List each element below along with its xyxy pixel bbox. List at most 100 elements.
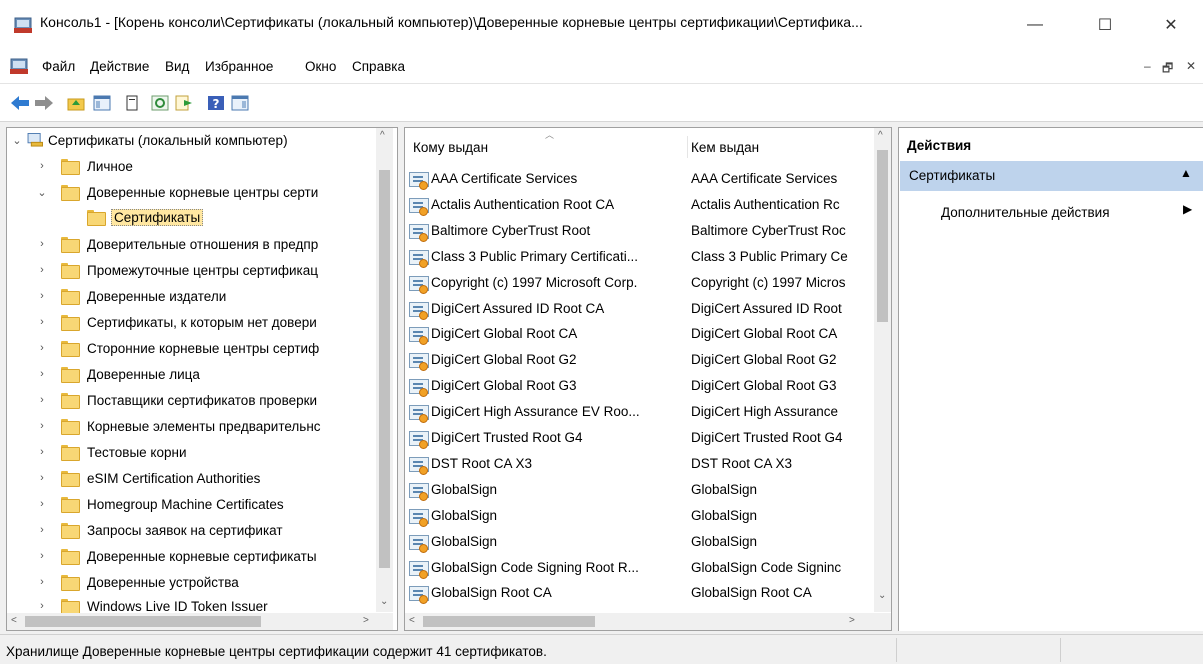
chevron-right-icon[interactable]: › [36,600,48,612]
table-row[interactable]: GlobalSign Root CA GlobalSign Root CA [405,581,875,607]
table-row[interactable]: DigiCert Global Root G2 DigiCert Global R… [405,348,875,374]
menu-help[interactable]: Справка [352,59,405,74]
tree-item[interactable]: › Доверительные отношения в предпр [7,234,387,258]
tree-item[interactable]: › Корневые элементы предварительнс [7,416,387,440]
show-hide-tree-icon[interactable] [92,93,112,113]
mdi-restore-button[interactable]: 🗗 [1162,59,1173,80]
table-row[interactable]: GlobalSign GlobalSign [405,478,875,504]
scroll-up-arrow-icon[interactable]: ^ [380,130,385,141]
scroll-left-arrow-icon[interactable]: < [11,615,17,626]
chevron-right-icon[interactable]: › [36,576,48,588]
menu-view[interactable]: Вид [165,59,189,74]
chevron-right-icon[interactable]: › [36,160,48,172]
more-actions-link[interactable]: Дополнительные действия [941,205,1110,220]
chevron-right-icon[interactable]: › [36,472,48,484]
close-button[interactable]: ✕ [1148,8,1194,42]
scroll-up-arrow-icon[interactable]: ^ [878,130,883,141]
up-folder-icon[interactable] [66,93,86,113]
table-row[interactable]: DigiCert High Assurance EV Roo... DigiCer… [405,400,875,426]
tree-item-certificates-selected[interactable]: Сертификаты [7,207,387,231]
table-row[interactable]: GlobalSign GlobalSign [405,504,875,530]
table-row[interactable]: Copyright (c) 1997 Microsoft Corp. Copyri… [405,271,875,297]
back-arrow-icon[interactable] [10,93,30,113]
tree-item[interactable]: › Тестовые корни [7,442,387,466]
forward-arrow-icon[interactable] [34,93,54,113]
table-row[interactable]: DigiCert Assured ID Root CA DigiCert Assu… [405,297,875,323]
help-icon[interactable]: ? [206,93,226,113]
chevron-right-icon[interactable]: › [36,394,48,406]
tree-item[interactable]: › Поставщики сертификатов проверки [7,390,387,414]
column-header-issued-by[interactable]: Кем выдан [691,140,759,155]
table-row[interactable]: DigiCert Global Root CA DigiCert Global R… [405,322,875,348]
submenu-arrow-icon[interactable]: ▶ [1183,202,1192,216]
maximize-button[interactable]: ☐ [1082,8,1128,42]
chevron-right-icon[interactable]: › [36,238,48,250]
column-divider[interactable] [687,136,688,158]
chevron-right-icon[interactable]: › [36,498,48,510]
scrollbar-thumb[interactable] [877,150,888,322]
show-hide-action-pane-icon[interactable] [230,93,250,113]
tree-horizontal-scrollbar[interactable]: < > [7,613,376,630]
chevron-right-icon[interactable]: › [36,264,48,276]
scroll-left-arrow-icon[interactable]: < [409,615,415,626]
table-row[interactable]: DigiCert Global Root G3 DigiCert Global R… [405,374,875,400]
table-row[interactable]: GlobalSign GlobalSign [405,530,875,556]
table-row[interactable]: GlobalSign Code Signing Root R... GlobalS… [405,556,875,582]
tree-item[interactable]: › Запросы заявок на сертификат [7,520,387,544]
tree-item[interactable]: › Доверенные издатели [7,286,387,310]
menu-window[interactable]: Окно [305,59,336,74]
console-tree[interactable]: ⌄ Сертификаты (локальный компьютер) › Ли… [6,127,398,631]
collapse-up-icon[interactable]: ▲ [1180,166,1192,180]
table-row[interactable]: Actalis Authentication Root CA Actalis Au… [405,193,875,219]
actions-group-header[interactable]: Сертификаты ▲ [900,161,1203,191]
scrollbar-thumb[interactable] [25,616,261,627]
tree-item[interactable]: › Промежуточные центры сертификац [7,260,387,284]
minimize-button[interactable]: — [1012,8,1058,42]
menu-favorites[interactable]: Избранное [205,59,273,74]
chevron-right-icon[interactable]: › [36,368,48,380]
tree-item[interactable]: ⌄ Доверенные корневые центры серти [7,182,387,206]
chevron-right-icon[interactable]: › [36,420,48,432]
menu-action[interactable]: Действие [90,59,149,74]
chevron-right-icon[interactable]: › [36,342,48,354]
tree-item[interactable]: › Сертификаты, к которым нет довери [7,312,387,336]
tree-item[interactable]: › Сторонние корневые центры сертиф [7,338,387,362]
scroll-down-arrow-icon[interactable]: ⌄ [878,590,886,601]
chevron-right-icon[interactable]: › [36,290,48,302]
chevron-down-icon[interactable]: ⌄ [36,186,48,199]
table-row[interactable]: AAA Certificate Services AAA Certificate … [405,167,875,193]
table-row[interactable]: DigiCert Trusted Root G4 DigiCert Trusted… [405,426,875,452]
table-row[interactable]: DST Root CA X3 DST Root CA X3 [405,452,875,478]
scroll-right-arrow-icon[interactable]: > [849,615,855,626]
scrollbar-thumb[interactable] [423,616,595,627]
chevron-down-icon[interactable]: ⌄ [11,134,23,147]
tree-item[interactable]: › Доверенные корневые сертификаты [7,546,387,570]
chevron-right-icon[interactable]: › [36,550,48,562]
chevron-right-icon[interactable]: › [36,316,48,328]
document-icon[interactable] [10,58,28,74]
tree-item[interactable]: › Доверенные лица [7,364,387,388]
table-row[interactable]: Class 3 Public Primary Certificati... Cla… [405,245,875,271]
list-vertical-scrollbar[interactable]: ^ ⌄ [874,128,891,612]
list-horizontal-scrollbar[interactable]: < > [405,613,874,630]
mdi-close-button[interactable]: ✕ [1186,59,1196,73]
column-header-issued-to[interactable]: Кому выдан [413,140,488,155]
tree-item[interactable]: › eSIM Certification Authorities [7,468,387,492]
table-row[interactable]: Baltimore CyberTrust Root Baltimore Cyber… [405,219,875,245]
tree-item[interactable]: › Homegroup Machine Certificates [7,494,387,518]
certificates-list[interactable]: Кому выдан ︿ Кем выдан AAA Certificate S… [404,127,892,631]
title-bar[interactable]: Консоль1 - [Корень консоли\Сертификаты (… [0,0,1203,50]
tree-item[interactable]: › Личное [7,156,387,180]
scrollbar-thumb[interactable] [379,170,390,568]
tree-item[interactable]: › Доверенные устройства [7,572,387,596]
tree-vertical-scrollbar[interactable]: ^ ⌄ [376,128,393,612]
chevron-right-icon[interactable]: › [36,524,48,536]
chevron-right-icon[interactable]: › [36,446,48,458]
export-list-icon[interactable] [174,93,194,113]
menu-file[interactable]: Файл [42,59,75,74]
refresh-icon[interactable] [150,93,170,113]
scroll-down-arrow-icon[interactable]: ⌄ [380,596,388,607]
mdi-minimize-button[interactable]: – [1144,59,1151,73]
delete-icon[interactable] [122,93,142,113]
tree-root-certificates-local-computer[interactable]: ⌄ Сертификаты (локальный компьютер) [7,130,387,154]
